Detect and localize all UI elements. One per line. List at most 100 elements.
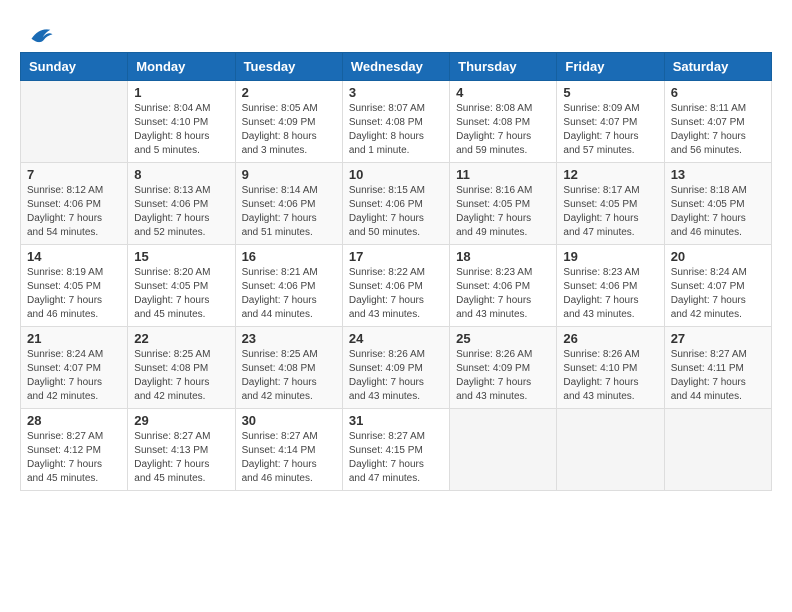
calendar-cell: 19 Sunrise: 8:23 AM Sunset: 4:06 PM Dayli…	[557, 245, 664, 327]
calendar-cell	[557, 409, 664, 491]
calendar-cell: 17 Sunrise: 8:22 AM Sunset: 4:06 PM Dayli…	[342, 245, 449, 327]
calendar-cell: 14Sunrise: 8:19 AM Sunset: 4:05 PM Dayli…	[21, 245, 128, 327]
calendar-cell: 10 Sunrise: 8:15 AM Sunset: 4:06 PM Dayli…	[342, 163, 449, 245]
calendar-cell: 8Sunrise: 8:13 AM Sunset: 4:06 PM Daylig…	[128, 163, 235, 245]
day-number: 13	[671, 167, 765, 182]
day-number: 5	[563, 85, 657, 100]
day-info: Sunrise: 8:27 AM Sunset: 4:12 PM Dayligh…	[27, 430, 121, 486]
calendar-cell: 28 Sunrise: 8:27 AM Sunset: 4:12 PM Dayli…	[21, 409, 128, 491]
day-info: Sunrise: 8:27 AM Sunset: 4:13 PM Dayligh…	[134, 430, 228, 486]
day-number: 7	[27, 167, 121, 182]
day-info: Sunrise: 8:08 AM Sunset: 4:08 PM Dayligh…	[456, 102, 550, 158]
day-number: 10	[349, 167, 443, 182]
calendar-week-row: 14Sunrise: 8:19 AM Sunset: 4:05 PM Dayli…	[21, 245, 772, 327]
day-number: 30	[242, 413, 336, 428]
day-number: 25	[456, 331, 550, 346]
calendar-cell: 9 Sunrise: 8:14 AM Sunset: 4:06 PM Daylig…	[235, 163, 342, 245]
column-header-tuesday: Tuesday	[235, 53, 342, 81]
day-number: 20	[671, 249, 765, 264]
page-header	[20, 20, 772, 42]
day-info: Sunrise: 8:26 AM Sunset: 4:10 PM Dayligh…	[563, 348, 657, 404]
day-number: 18	[456, 249, 550, 264]
calendar-cell	[450, 409, 557, 491]
calendar-table: SundayMondayTuesdayWednesdayThursdayFrid…	[20, 52, 772, 491]
day-number: 9	[242, 167, 336, 182]
day-number: 26	[563, 331, 657, 346]
day-info: Sunrise: 8:09 AM Sunset: 4:07 PM Dayligh…	[563, 102, 657, 158]
calendar-week-row: 7 Sunrise: 8:12 AM Sunset: 4:06 PM Daylig…	[21, 163, 772, 245]
column-header-friday: Friday	[557, 53, 664, 81]
day-number: 12	[563, 167, 657, 182]
day-number: 24	[349, 331, 443, 346]
calendar-cell: 25 Sunrise: 8:26 AM Sunset: 4:09 PM Dayli…	[450, 327, 557, 409]
calendar-cell: 22 Sunrise: 8:25 AM Sunset: 4:08 PM Dayli…	[128, 327, 235, 409]
day-number: 4	[456, 85, 550, 100]
day-info: Sunrise: 8:27 AM Sunset: 4:15 PM Dayligh…	[349, 430, 443, 486]
calendar-cell: 6Sunrise: 8:11 AM Sunset: 4:07 PM Daylig…	[664, 81, 771, 163]
calendar-cell: 12Sunrise: 8:17 AM Sunset: 4:05 PM Dayli…	[557, 163, 664, 245]
day-info: Sunrise: 8:26 AM Sunset: 4:09 PM Dayligh…	[349, 348, 443, 404]
column-header-saturday: Saturday	[664, 53, 771, 81]
day-info: Sunrise: 8:24 AM Sunset: 4:07 PM Dayligh…	[671, 266, 765, 322]
calendar-cell: 1 Sunrise: 8:04 AM Sunset: 4:10 PM Daylig…	[128, 81, 235, 163]
calendar-week-row: 28 Sunrise: 8:27 AM Sunset: 4:12 PM Dayli…	[21, 409, 772, 491]
day-info: Sunrise: 8:15 AM Sunset: 4:06 PM Dayligh…	[349, 184, 443, 240]
day-info: Sunrise: 8:26 AM Sunset: 4:09 PM Dayligh…	[456, 348, 550, 404]
day-number: 1	[134, 85, 228, 100]
column-header-sunday: Sunday	[21, 53, 128, 81]
column-header-monday: Monday	[128, 53, 235, 81]
day-number: 22	[134, 331, 228, 346]
calendar-cell: 29 Sunrise: 8:27 AM Sunset: 4:13 PM Dayli…	[128, 409, 235, 491]
calendar-cell: 11Sunrise: 8:16 AM Sunset: 4:05 PM Dayli…	[450, 163, 557, 245]
day-info: Sunrise: 8:20 AM Sunset: 4:05 PM Dayligh…	[134, 266, 228, 322]
calendar-cell: 13 Sunrise: 8:18 AM Sunset: 4:05 PM Dayli…	[664, 163, 771, 245]
calendar-cell: 5 Sunrise: 8:09 AM Sunset: 4:07 PM Daylig…	[557, 81, 664, 163]
day-number: 28	[27, 413, 121, 428]
day-number: 19	[563, 249, 657, 264]
day-info: Sunrise: 8:27 AM Sunset: 4:14 PM Dayligh…	[242, 430, 336, 486]
day-number: 21	[27, 331, 121, 346]
calendar-header-row: SundayMondayTuesdayWednesdayThursdayFrid…	[21, 53, 772, 81]
day-info: Sunrise: 8:04 AM Sunset: 4:10 PM Dayligh…	[134, 102, 228, 158]
day-number: 2	[242, 85, 336, 100]
calendar-cell: 27Sunrise: 8:27 AM Sunset: 4:11 PM Dayli…	[664, 327, 771, 409]
calendar-cell: 26 Sunrise: 8:26 AM Sunset: 4:10 PM Dayli…	[557, 327, 664, 409]
day-info: Sunrise: 8:18 AM Sunset: 4:05 PM Dayligh…	[671, 184, 765, 240]
day-number: 29	[134, 413, 228, 428]
calendar-cell: 18 Sunrise: 8:23 AM Sunset: 4:06 PM Dayli…	[450, 245, 557, 327]
day-number: 17	[349, 249, 443, 264]
calendar-cell	[664, 409, 771, 491]
calendar-cell: 4 Sunrise: 8:08 AM Sunset: 4:08 PM Daylig…	[450, 81, 557, 163]
day-info: Sunrise: 8:19 AM Sunset: 4:05 PM Dayligh…	[27, 266, 121, 322]
day-info: Sunrise: 8:22 AM Sunset: 4:06 PM Dayligh…	[349, 266, 443, 322]
day-info: Sunrise: 8:07 AM Sunset: 4:08 PM Dayligh…	[349, 102, 443, 158]
day-number: 15	[134, 249, 228, 264]
day-number: 23	[242, 331, 336, 346]
day-info: Sunrise: 8:13 AM Sunset: 4:06 PM Dayligh…	[134, 184, 228, 240]
calendar-cell: 20 Sunrise: 8:24 AM Sunset: 4:07 PM Dayli…	[664, 245, 771, 327]
calendar-week-row: 1 Sunrise: 8:04 AM Sunset: 4:10 PM Daylig…	[21, 81, 772, 163]
calendar-cell	[21, 81, 128, 163]
calendar-cell: 15 Sunrise: 8:20 AM Sunset: 4:05 PM Dayli…	[128, 245, 235, 327]
calendar-cell: 2 Sunrise: 8:05 AM Sunset: 4:09 PM Daylig…	[235, 81, 342, 163]
day-info: Sunrise: 8:11 AM Sunset: 4:07 PM Dayligh…	[671, 102, 765, 158]
calendar-cell: 30 Sunrise: 8:27 AM Sunset: 4:14 PM Dayli…	[235, 409, 342, 491]
logo-bird-icon	[24, 20, 54, 50]
calendar-cell: 7 Sunrise: 8:12 AM Sunset: 4:06 PM Daylig…	[21, 163, 128, 245]
day-info: Sunrise: 8:25 AM Sunset: 4:08 PM Dayligh…	[134, 348, 228, 404]
calendar-cell: 16 Sunrise: 8:21 AM Sunset: 4:06 PM Dayli…	[235, 245, 342, 327]
calendar-cell: 31 Sunrise: 8:27 AM Sunset: 4:15 PM Dayli…	[342, 409, 449, 491]
day-info: Sunrise: 8:14 AM Sunset: 4:06 PM Dayligh…	[242, 184, 336, 240]
day-number: 3	[349, 85, 443, 100]
column-header-thursday: Thursday	[450, 53, 557, 81]
day-info: Sunrise: 8:21 AM Sunset: 4:06 PM Dayligh…	[242, 266, 336, 322]
day-info: Sunrise: 8:12 AM Sunset: 4:06 PM Dayligh…	[27, 184, 121, 240]
day-number: 31	[349, 413, 443, 428]
day-number: 16	[242, 249, 336, 264]
day-info: Sunrise: 8:25 AM Sunset: 4:08 PM Dayligh…	[242, 348, 336, 404]
day-info: Sunrise: 8:23 AM Sunset: 4:06 PM Dayligh…	[563, 266, 657, 322]
day-info: Sunrise: 8:27 AM Sunset: 4:11 PM Dayligh…	[671, 348, 765, 404]
day-info: Sunrise: 8:24 AM Sunset: 4:07 PM Dayligh…	[27, 348, 121, 404]
day-info: Sunrise: 8:23 AM Sunset: 4:06 PM Dayligh…	[456, 266, 550, 322]
day-info: Sunrise: 8:05 AM Sunset: 4:09 PM Dayligh…	[242, 102, 336, 158]
